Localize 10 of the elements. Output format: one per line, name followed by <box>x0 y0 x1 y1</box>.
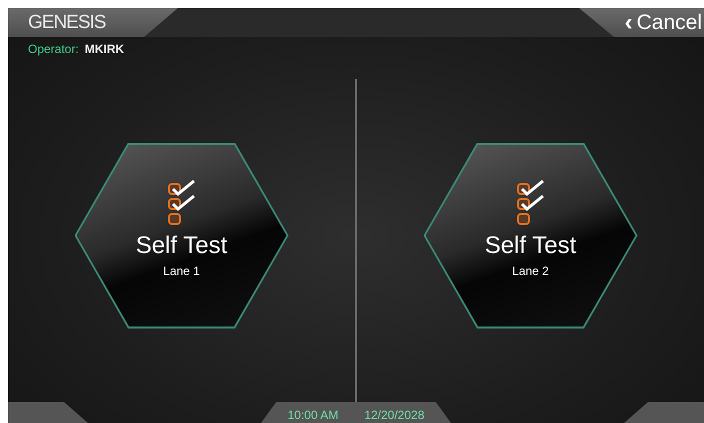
self-test-button[interactable]: Self Test Lane 1 <box>74 142 288 328</box>
operator-label: Operator: <box>28 42 79 56</box>
checklist-icon <box>166 180 196 226</box>
date-text: 12/20/2028 <box>364 408 424 422</box>
checklist-icon <box>516 180 546 226</box>
time-text: 10:00 AM <box>288 408 338 422</box>
self-test-button[interactable]: Self Test Lane 2 <box>424 142 638 328</box>
operator-name: MKIRK <box>84 42 124 56</box>
app-title: GENESIS <box>28 12 106 34</box>
cancel-button[interactable]: ‹ Cancel <box>579 8 704 37</box>
